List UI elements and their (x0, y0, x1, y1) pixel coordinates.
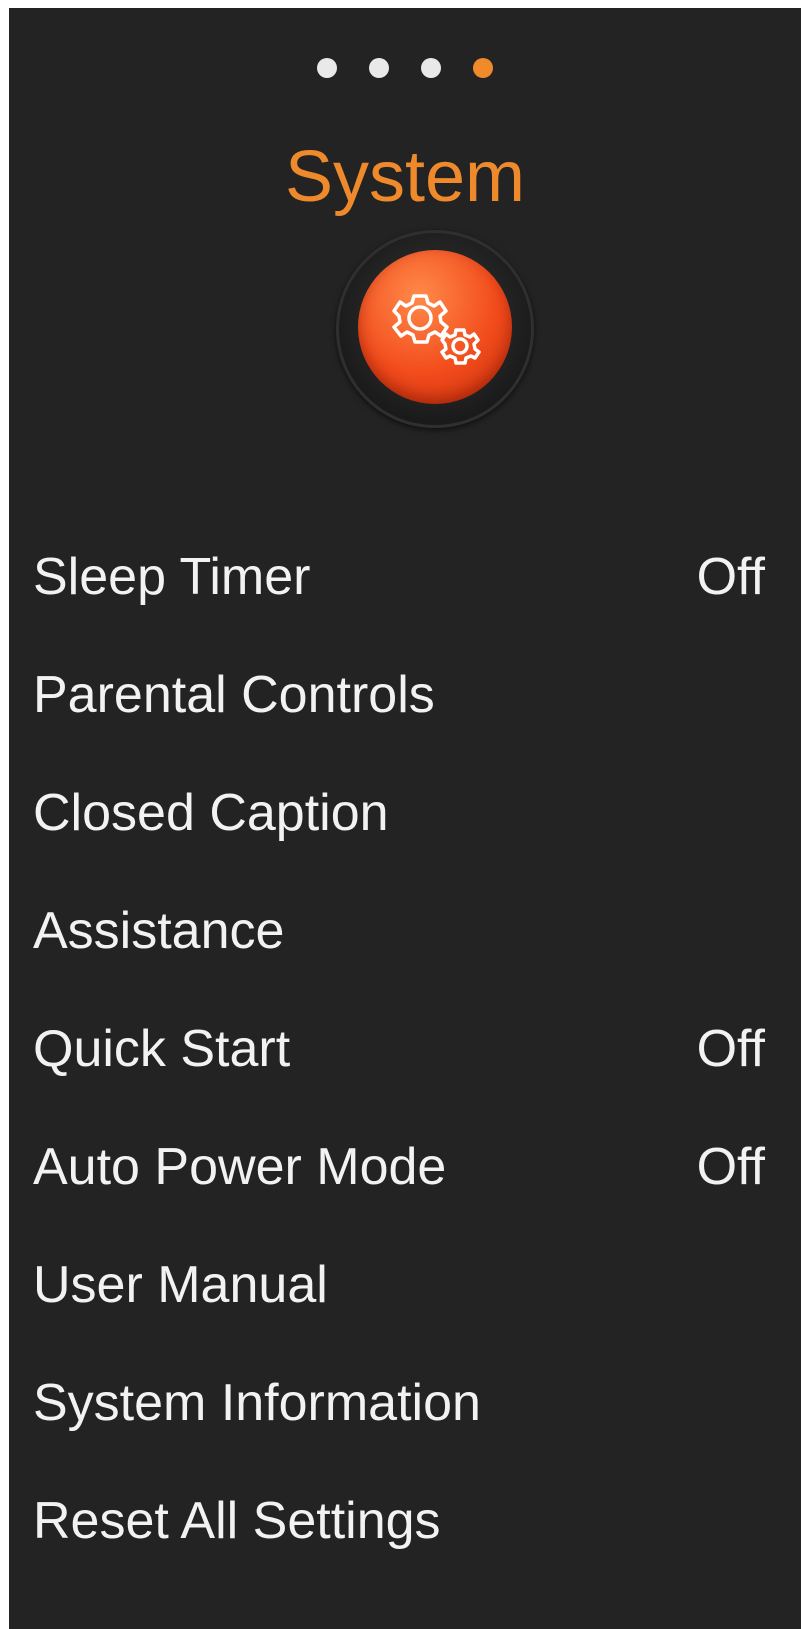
menu-item-value: Off (696, 1020, 765, 1078)
page-title: System (284, 137, 526, 217)
system-settings-panel: System Sleep Timer Off Parental Controls… (9, 8, 801, 1629)
menu-item-value: Off (696, 1138, 765, 1196)
menu-item-label: Parental Controls (33, 666, 435, 724)
page-dot-4-active[interactable] (473, 58, 493, 78)
menu-item-label: Sleep Timer (33, 548, 311, 606)
page-dot-2[interactable] (369, 58, 389, 78)
menu-item-label: Auto Power Mode (33, 1138, 447, 1196)
menu-item-quick-start[interactable]: Quick Start Off (9, 990, 801, 1108)
menu-item-label: System Information (33, 1374, 481, 1432)
page-dot-3[interactable] (421, 58, 441, 78)
system-icon-frame (336, 230, 534, 428)
page-dot-1[interactable] (317, 58, 337, 78)
menu-item-closed-caption[interactable]: Closed Caption (9, 754, 801, 872)
settings-menu: Sleep Timer Off Parental Controls Closed… (9, 518, 801, 1580)
menu-item-value: Off (696, 548, 765, 606)
gears-icon (358, 250, 512, 404)
page-indicator (9, 58, 801, 80)
menu-item-label: Quick Start (33, 1020, 291, 1078)
menu-item-auto-power-mode[interactable]: Auto Power Mode Off (9, 1108, 801, 1226)
menu-item-sleep-timer[interactable]: Sleep Timer Off (9, 518, 801, 636)
menu-item-label: Assistance (33, 902, 285, 960)
menu-item-assistance[interactable]: Assistance (9, 872, 801, 990)
menu-item-reset-all-settings[interactable]: Reset All Settings (9, 1462, 801, 1580)
menu-item-label: Reset All Settings (33, 1492, 441, 1550)
menu-item-label: User Manual (33, 1256, 328, 1314)
menu-item-label: Closed Caption (33, 784, 389, 842)
menu-item-parental-controls[interactable]: Parental Controls (9, 636, 801, 754)
menu-item-system-information[interactable]: System Information (9, 1344, 801, 1462)
menu-item-user-manual[interactable]: User Manual (9, 1226, 801, 1344)
